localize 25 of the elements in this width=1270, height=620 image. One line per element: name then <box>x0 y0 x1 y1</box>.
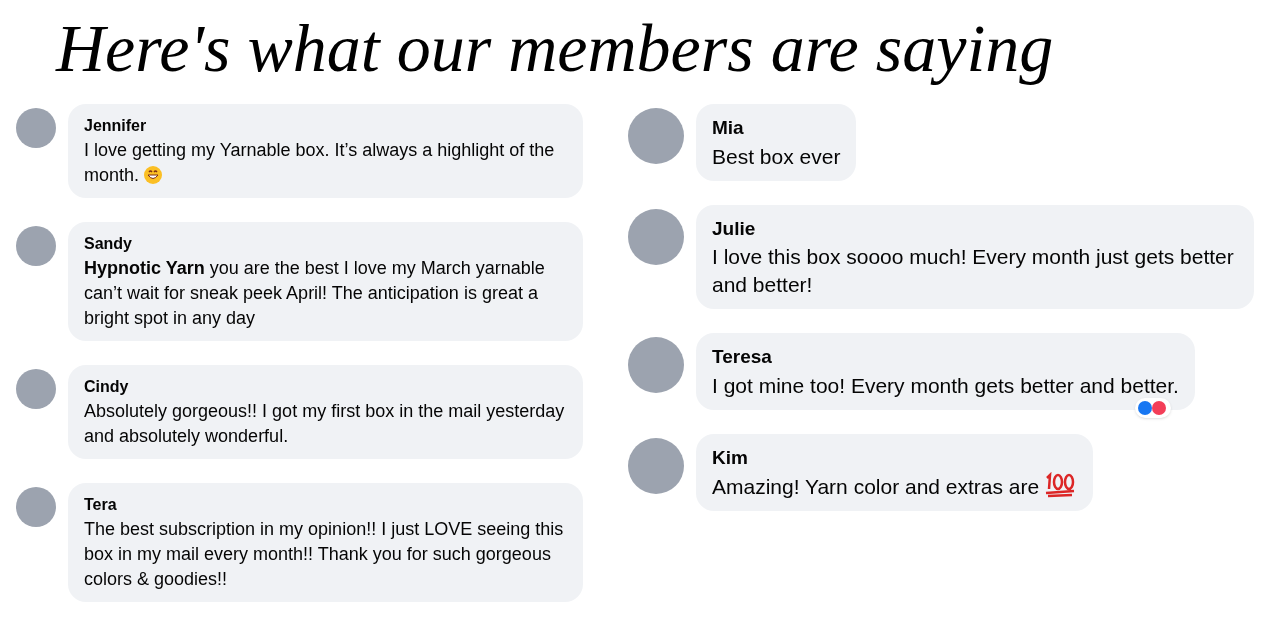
commenter-name: Sandy <box>84 234 133 254</box>
commenter-name: Cindy <box>84 377 130 397</box>
commenter-name: Julie <box>712 216 757 241</box>
commenter-name: Jennifer <box>84 116 148 136</box>
comment-text: I love getting my Yarnable box. It’s always a highlight of the month. <box>84 139 556 187</box>
page-title: Here's what our members are saying <box>54 9 1055 88</box>
avatar <box>16 487 56 527</box>
avatar <box>628 108 684 164</box>
comment-text: Amazing! Yarn color and extras are <box>712 472 1078 501</box>
avatar <box>16 369 56 409</box>
grinning-face-icon <box>143 165 164 185</box>
avatar <box>628 208 684 265</box>
comment-text: Hypnotic Yarn you are the best I love my March yarnable can’t wait for sneak peek April! The anticipation is great a bright spot in any day <box>84 257 546 330</box>
comment-text: I got mine too! Every month gets better and better. <box>712 372 1179 399</box>
commenter-name: Tera <box>84 495 118 515</box>
avatar <box>16 226 56 266</box>
comment-text: I love this box soooo much! Every month just gets better and better! <box>712 244 1235 298</box>
comment-text: The best subscription in my opinion!! I just LOVE seeing this box in my mail every month!! Thank you for such gorgeous colors & goodies!! <box>84 518 565 591</box>
avatar <box>16 108 56 148</box>
commenter-name: Mia <box>712 116 745 140</box>
avatar <box>628 337 684 393</box>
commenter-name: Kim <box>712 445 749 470</box>
comment-text: Best box ever <box>712 143 841 170</box>
comment-text: Absolutely gorgeous!! I got my first box in the mail yesterday and absolutely wonderful. <box>84 400 566 448</box>
commenter-name: Teresa <box>712 345 773 369</box>
